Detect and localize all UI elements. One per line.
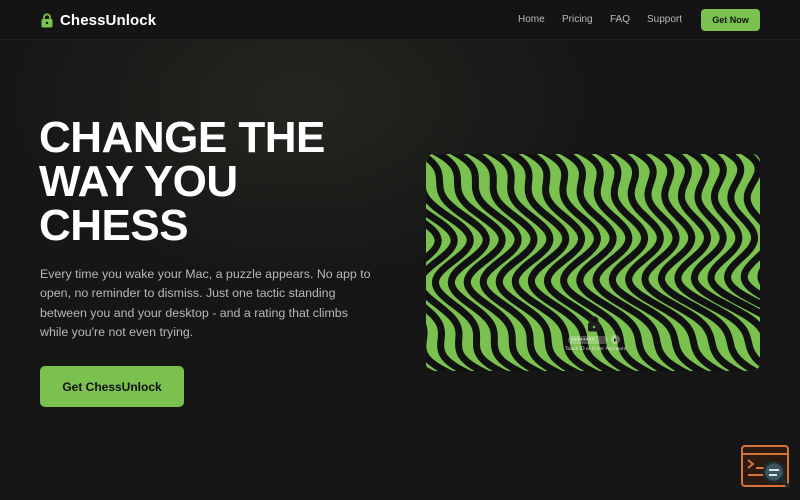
get-now-button[interactable]: Get Now — [701, 9, 760, 31]
hero-title-line: CHESS — [39, 201, 189, 250]
hero-title-line: WAY YOU — [39, 157, 238, 206]
terminal-search-icon[interactable] — [741, 445, 791, 489]
nav-link-faq[interactable]: FAQ — [610, 14, 630, 25]
terminal-search-icon-graphic — [741, 445, 790, 488]
lock-icon — [588, 316, 600, 332]
submit-arrow-icon[interactable] — [611, 335, 620, 344]
hero-title-line: CHANGE THE — [39, 113, 325, 162]
login-hint: Touch ID or Enter Password — [565, 347, 627, 352]
top-navigation: ChessUnlock Home Pricing FAQ Support Get… — [0, 0, 800, 40]
password-field[interactable]: •••••••• — [568, 335, 608, 344]
nav-link-pricing[interactable]: Pricing — [562, 14, 593, 25]
password-row: •••••••• — [568, 335, 620, 344]
nav-link-home[interactable]: Home — [518, 14, 545, 25]
hero-description: Every time you wake your Mac, a puzzle a… — [40, 267, 371, 339]
get-chessunlock-button[interactable]: Get ChessUnlock — [40, 366, 184, 407]
hero-title: CHANGE THE WAY YOU CHESS — [39, 116, 379, 248]
nav-links: Home Pricing FAQ Support — [0, 14, 800, 28]
nav-link-support[interactable]: Support — [647, 14, 682, 25]
lock-screen-preview: •••••••• Touch ID or Enter Password — [426, 154, 760, 371]
